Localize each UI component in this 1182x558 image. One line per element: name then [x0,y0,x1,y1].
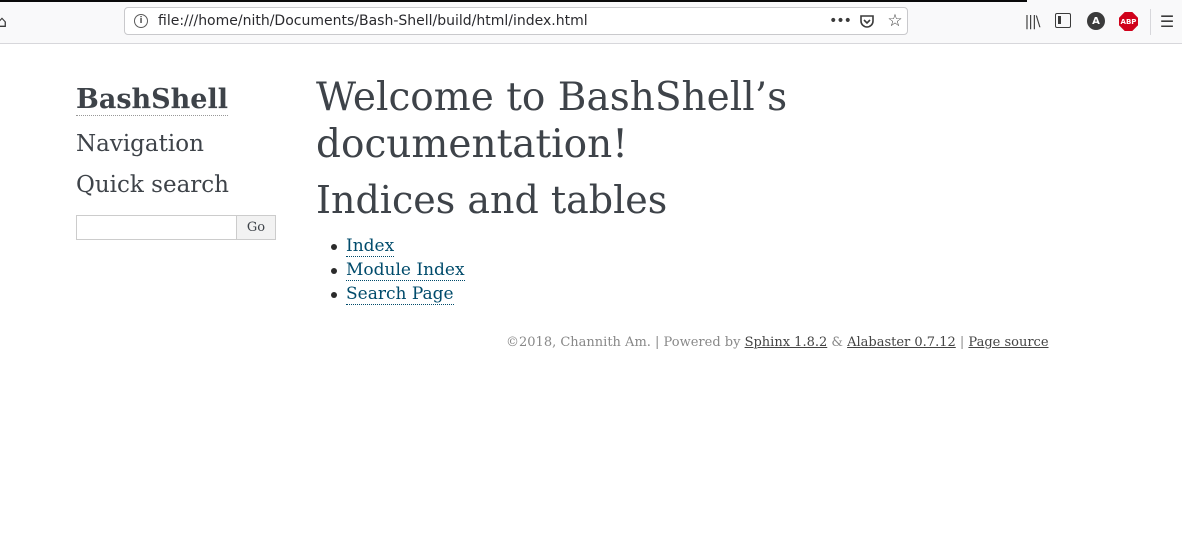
indices-heading: Indices and tables [316,178,668,222]
home-icon[interactable]: ⌂ [0,12,10,31]
account-icon[interactable]: A [1087,12,1105,30]
sphinx-link[interactable]: Sphinx 1.8.2 [745,335,828,350]
module-index-link[interactable]: Module Index [346,260,465,281]
site-logo-link[interactable]: BashShell [76,84,228,117]
go-button[interactable]: Go [236,215,276,240]
pocket-icon[interactable] [858,12,876,30]
footer-copyright: ©2018, Channith Am. | Powered by [506,335,745,350]
tab-strip-edge [0,0,1027,2]
search-input[interactable] [76,215,237,240]
footer-separator: | [955,335,969,350]
url-bar[interactable]: i file:///home/nith/Documents/Bash-Shell… [124,7,908,35]
sidebar-toggle-icon[interactable] [1055,13,1071,28]
footer: ©2018, Channith Am. | Powered by Sphinx … [506,335,1049,350]
star-icon[interactable]: ☆ [885,11,905,31]
list-item: Module Index [328,260,465,284]
list-item: Search Page [328,284,465,308]
page-source-link[interactable]: Page source [968,335,1048,350]
list-item: Index [328,236,465,260]
quick-search-heading: Quick search [76,172,229,198]
toolbar-separator [1150,9,1151,35]
url-text[interactable]: file:///home/nith/Documents/Bash-Shell/b… [158,13,588,29]
index-link[interactable]: Index [346,236,395,257]
abp-icon[interactable]: ABP [1119,12,1138,31]
info-icon[interactable]: i [134,14,148,28]
alabaster-link[interactable]: Alabaster 0.7.12 [847,335,956,350]
search-page-link[interactable]: Search Page [346,284,454,305]
indices-list: Index Module Index Search Page [328,236,465,308]
more-icon[interactable]: ••• [829,11,852,31]
navigation-heading: Navigation [76,131,204,157]
footer-amp: & [827,335,848,350]
library-icon[interactable]: |||\ [1022,12,1042,32]
page-title: Welcome to BashShell’s documentation! [316,75,788,167]
menu-icon[interactable]: ☰ [1158,12,1176,31]
browser-toolbar: ⌂ i file:///home/nith/Documents/Bash-She… [0,0,1182,44]
